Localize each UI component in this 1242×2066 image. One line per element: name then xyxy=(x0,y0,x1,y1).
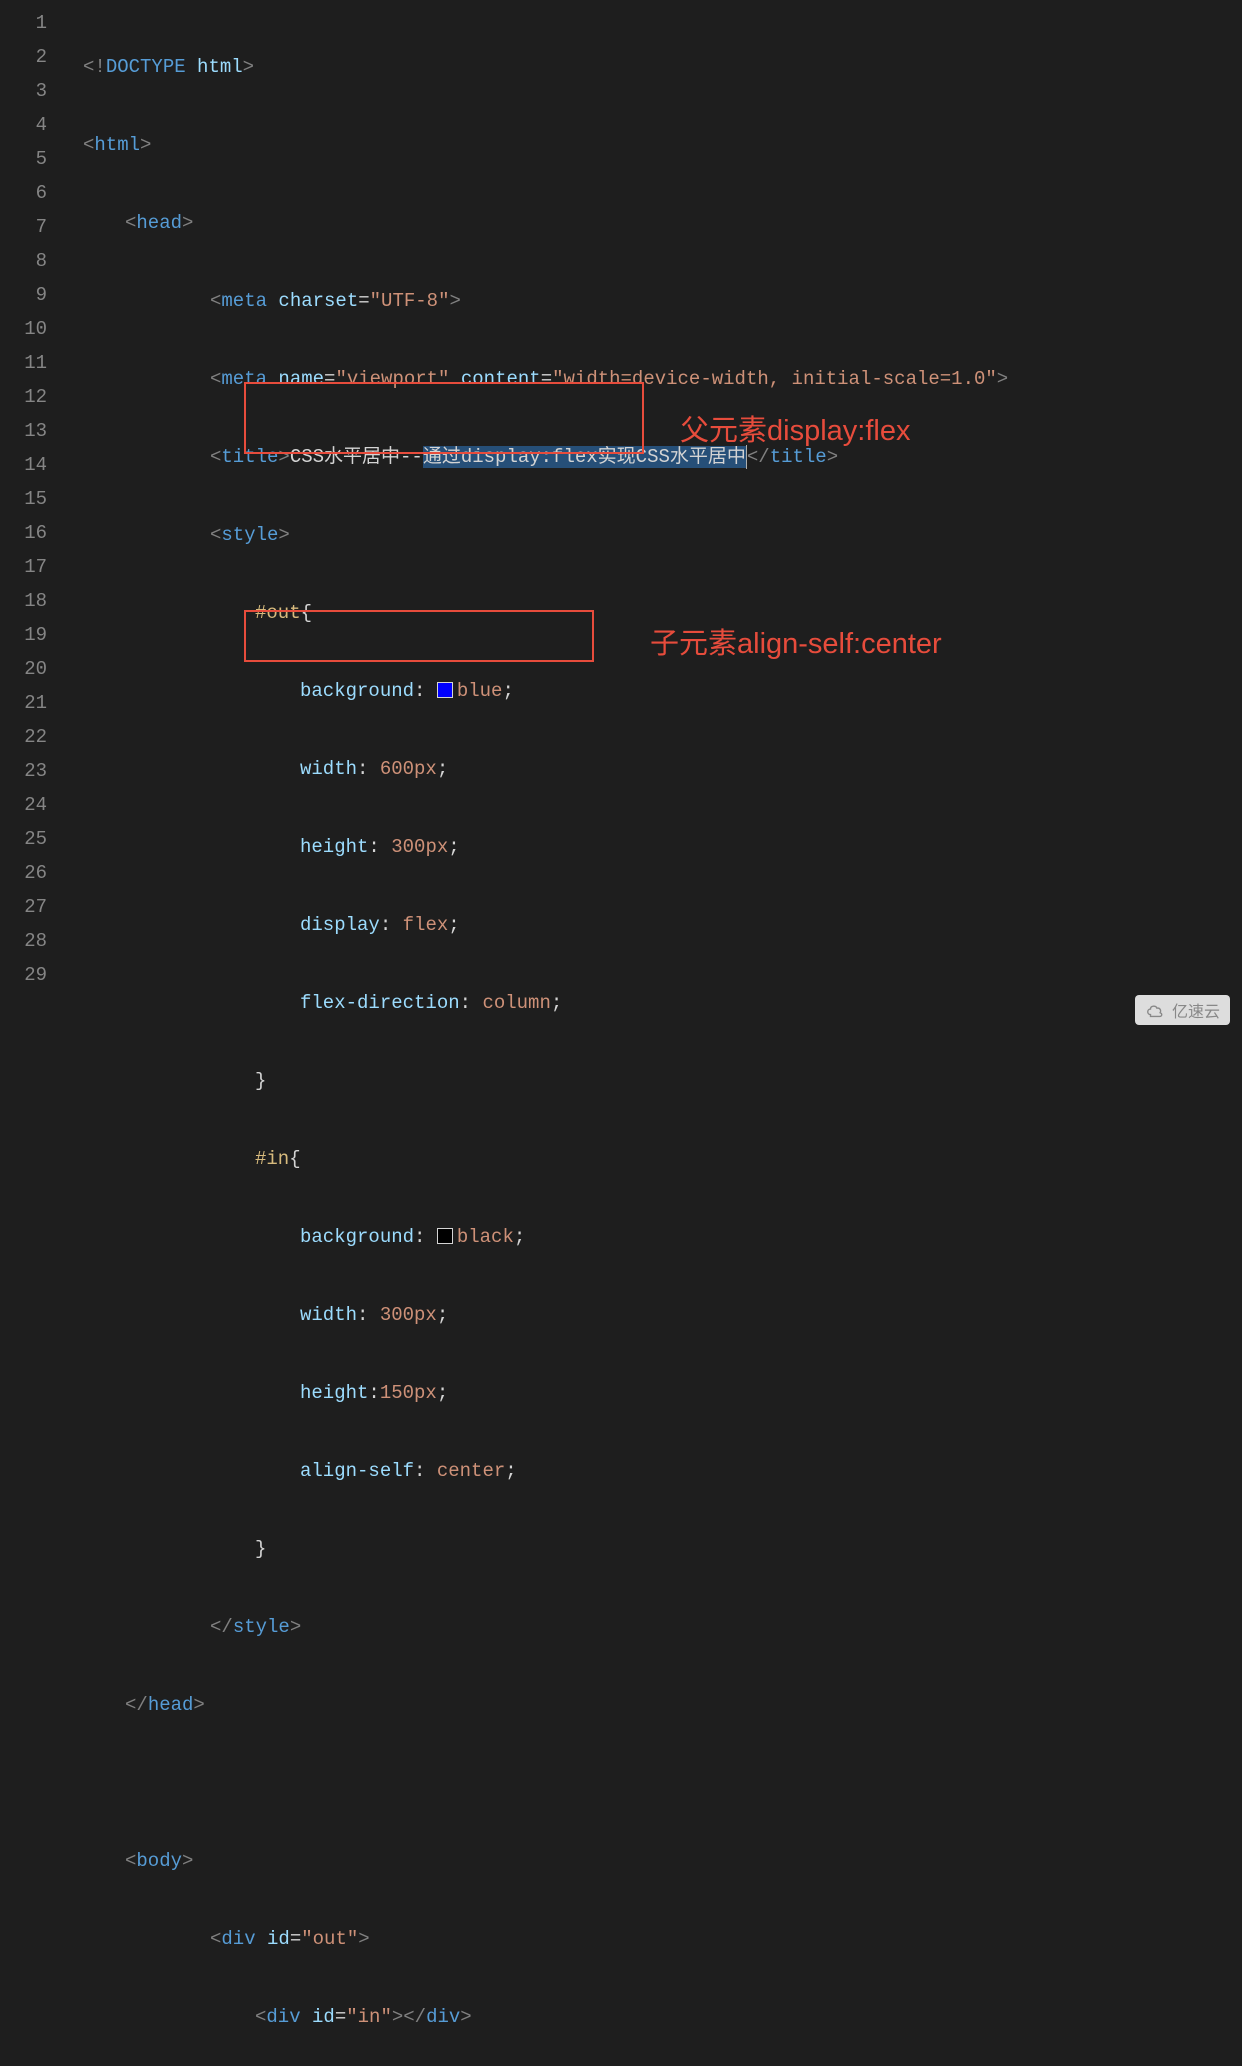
code-line[interactable]: } xyxy=(65,1532,1242,1566)
text-selection: 通过display:flex实现CSS水平居中 xyxy=(423,446,746,468)
line-number-gutter: 1 2 3 4 5 6 7 8 9 10 11 12 13 14 15 16 1… xyxy=(0,0,65,1033)
line-number: 27 xyxy=(0,890,47,924)
color-swatch-icon[interactable] xyxy=(437,682,453,698)
line-number: 1 xyxy=(0,6,47,40)
code-line[interactable]: height:150px; xyxy=(65,1376,1242,1410)
line-number: 15 xyxy=(0,482,47,516)
line-number: 18 xyxy=(0,584,47,618)
line-number: 9 xyxy=(0,278,47,312)
line-number: 16 xyxy=(0,516,47,550)
code-line[interactable]: width: 600px; xyxy=(65,752,1242,786)
cloud-icon xyxy=(1145,1002,1167,1018)
line-number: 20 xyxy=(0,652,47,686)
code-line[interactable]: flex-direction: column; xyxy=(65,986,1242,1020)
code-line[interactable]: background: black; xyxy=(65,1220,1242,1254)
code-line[interactable]: background: blue; xyxy=(65,674,1242,708)
code-line[interactable]: <meta name="viewport" content="width=dev… xyxy=(65,362,1242,396)
line-number: 3 xyxy=(0,74,47,108)
code-line[interactable]: <div id="out"> xyxy=(65,1922,1242,1956)
line-number: 14 xyxy=(0,448,47,482)
code-line[interactable]: <html> xyxy=(65,128,1242,162)
code-line[interactable]: <title>CSS水平居中--通过display:flex实现CSS水平居中<… xyxy=(65,440,1242,474)
watermark: 亿速云 xyxy=(1135,995,1230,1025)
line-number: 26 xyxy=(0,856,47,890)
line-number: 7 xyxy=(0,210,47,244)
line-number: 13 xyxy=(0,414,47,448)
code-line[interactable]: align-self: center; xyxy=(65,1454,1242,1488)
line-number: 23 xyxy=(0,754,47,788)
line-number: 12 xyxy=(0,380,47,414)
code-line[interactable]: <meta charset="UTF-8"> xyxy=(65,284,1242,318)
line-number: 2 xyxy=(0,40,47,74)
line-number: 21 xyxy=(0,686,47,720)
code-line[interactable]: <head> xyxy=(65,206,1242,240)
line-number: 4 xyxy=(0,108,47,142)
code-line[interactable]: <body> xyxy=(65,1844,1242,1878)
code-line[interactable]: <style> xyxy=(65,518,1242,552)
code-editor: 1 2 3 4 5 6 7 8 9 10 11 12 13 14 15 16 1… xyxy=(0,0,1242,1033)
code-line[interactable]: display: flex; xyxy=(65,908,1242,942)
line-number: 22 xyxy=(0,720,47,754)
color-swatch-icon[interactable] xyxy=(437,1228,453,1244)
code-line[interactable]: } xyxy=(65,1064,1242,1098)
code-content[interactable]: <!DOCTYPE html> <html> <head> <meta char… xyxy=(65,0,1242,1033)
code-line[interactable]: #in{ xyxy=(65,1142,1242,1176)
code-line[interactable]: </style> xyxy=(65,1610,1242,1644)
line-number: 10 xyxy=(0,312,47,346)
line-number: 11 xyxy=(0,346,47,380)
code-line[interactable]: height: 300px; xyxy=(65,830,1242,864)
annotation-label: 子元素align-self:center xyxy=(650,620,942,662)
line-number: 25 xyxy=(0,822,47,856)
code-line[interactable] xyxy=(65,1766,1242,1800)
line-number: 19 xyxy=(0,618,47,652)
line-number: 8 xyxy=(0,244,47,278)
code-line[interactable]: <div id="in"></div> xyxy=(65,2000,1242,2034)
line-number: 6 xyxy=(0,176,47,210)
code-line[interactable]: </head> xyxy=(65,1688,1242,1722)
line-number: 5 xyxy=(0,142,47,176)
line-number: 28 xyxy=(0,924,47,958)
line-number: 29 xyxy=(0,958,47,992)
code-line[interactable]: width: 300px; xyxy=(65,1298,1242,1332)
watermark-text: 亿速云 xyxy=(1172,998,1220,1022)
line-number: 24 xyxy=(0,788,47,822)
line-number: 17 xyxy=(0,550,47,584)
annotation-label: 父元素display:flex xyxy=(680,407,910,449)
code-line[interactable]: <!DOCTYPE html> xyxy=(65,50,1242,84)
